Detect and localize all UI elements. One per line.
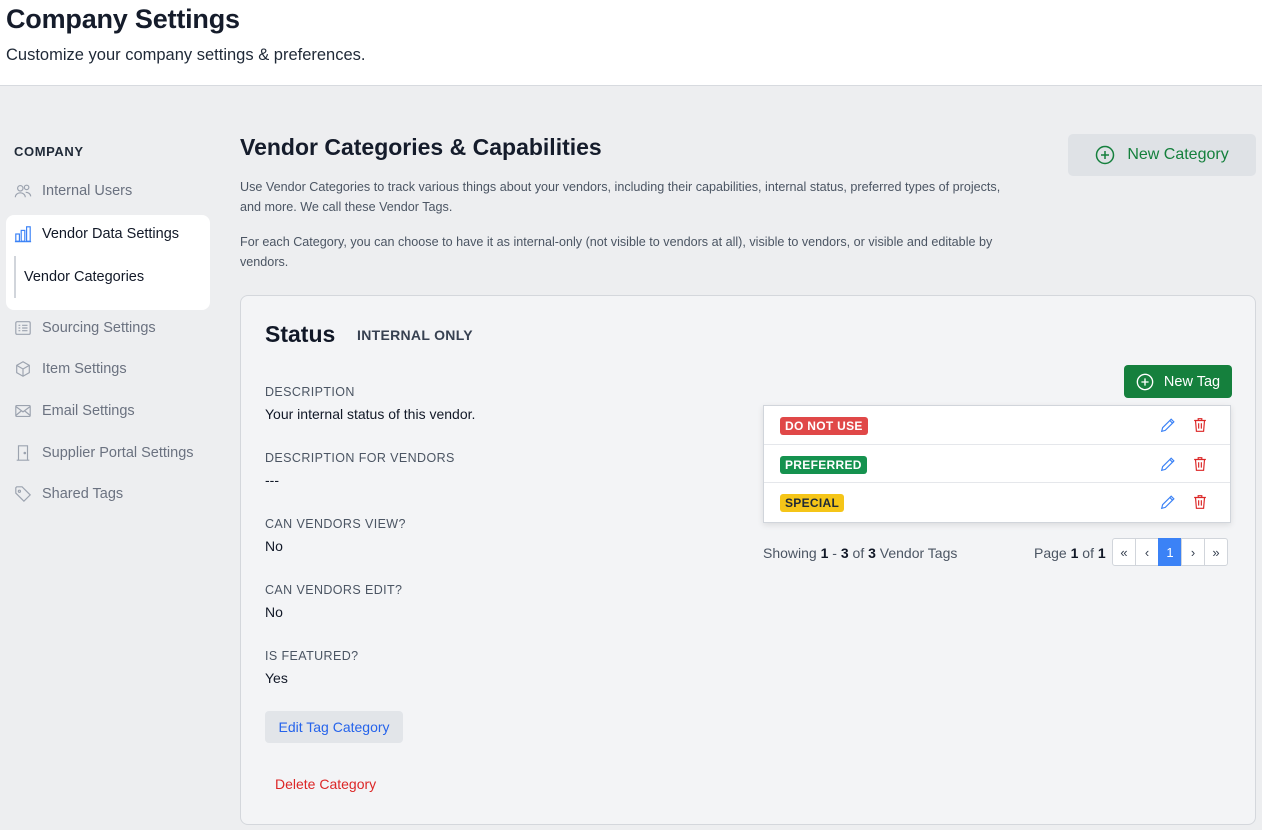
category-card: Status INTERNAL ONLY DESCRIPTION Your in… (240, 295, 1256, 825)
sidebar-item-email-settings[interactable]: Email Settings (14, 398, 135, 424)
visibility-badge: INTERNAL ONLY (357, 327, 473, 343)
showing-prefix: Showing (763, 545, 817, 561)
showing-to: 3 (840, 545, 849, 561)
tag-row: DO NOT USE (764, 406, 1230, 445)
sidebar-item-label: Supplier Portal Settings (42, 445, 194, 461)
building-chart-icon (14, 225, 32, 243)
last-page-button[interactable]: » (1204, 538, 1228, 566)
field-value-can-vendors-view: No (265, 538, 283, 554)
showing-total: 3 (868, 545, 876, 561)
showing-count: Showing 1 - 3 of 3 Vendor Tags (763, 545, 957, 561)
field-value-description: Your internal status of this vendor. (265, 406, 476, 422)
sidebar-item-label: Vendor Data Settings (42, 226, 180, 242)
edit-tag-category-button[interactable]: Edit Tag Category (265, 711, 403, 743)
sidebar-item-internal-users[interactable]: Internal Users (14, 178, 132, 204)
page-title: Company Settings (6, 4, 240, 34)
tag-pill[interactable]: PREFERRED (780, 455, 867, 474)
showing-suffix: Vendor Tags (879, 545, 958, 561)
new-tag-button[interactable]: New Tag (1124, 365, 1232, 398)
envelope-icon (14, 402, 32, 420)
tag-pill[interactable]: DO NOT USE (780, 417, 868, 435)
delete-category-button[interactable]: Delete Category (275, 776, 376, 792)
category-name: Status (265, 321, 336, 347)
pencil-icon[interactable] (1158, 492, 1178, 512)
showing-from: 1 (820, 545, 829, 561)
users-icon (14, 182, 32, 200)
tag-row: PREFERRED (764, 445, 1230, 483)
new-tag-label: New Tag (1163, 373, 1221, 390)
sidebar-subitem-vendor-categories[interactable]: Vendor Categories (14, 256, 202, 298)
settings-sidebar: COMPANY Internal Users Vendor Data Setti… (0, 86, 220, 830)
pencil-icon[interactable] (1158, 415, 1178, 435)
cube-icon (14, 360, 32, 378)
field-label-description: DESCRIPTION (265, 385, 355, 399)
prev-page-button[interactable]: ‹ (1135, 538, 1159, 566)
next-page-button[interactable]: › (1181, 538, 1205, 566)
section-description: Use Vendor Categories to track various t… (240, 180, 1001, 214)
sidebar-item-item-settings[interactable]: Item Settings (14, 356, 127, 382)
plus-circle-icon (1096, 145, 1115, 165)
sidebar-item-label: Internal Users (42, 183, 133, 199)
tag-list: DO NOT USE PREFERRED SPECIAL (763, 405, 1231, 523)
field-value-can-vendors-edit: No (265, 604, 283, 620)
field-label-is-featured: IS FEATURED? (265, 649, 359, 663)
sidebar-item-sourcing-settings[interactable]: Sourcing Settings (14, 315, 156, 341)
pencil-icon[interactable] (1158, 454, 1178, 474)
sidebar-item-vendor-data-settings[interactable]: Vendor Data Settings (14, 221, 179, 247)
sidebar-group-vendor-data: Vendor Data Settings Vendor Categories (6, 215, 210, 310)
section-description-visibility: For each Category, you can choose to hav… (240, 235, 993, 269)
field-label-can-vendors-edit: CAN VENDORS EDIT? (265, 583, 403, 597)
showing-of: of (852, 545, 865, 561)
list-card-icon (14, 319, 32, 337)
tag-icon (14, 485, 32, 503)
sidebar-item-label: Vendor Categories (24, 269, 145, 285)
new-category-label: New Category (1127, 146, 1229, 163)
field-value-description-for-vendors: --- (265, 472, 279, 488)
trash-icon[interactable] (1190, 492, 1210, 512)
page-of: of (1082, 545, 1094, 561)
page-subtitle: Customize your company settings & prefer… (6, 46, 366, 64)
trash-icon[interactable] (1190, 454, 1210, 474)
page-prefix: Page (1034, 545, 1067, 561)
plus-circle-icon (1136, 373, 1154, 390)
section-title: Vendor Categories & Capabilities (240, 134, 602, 160)
field-label-description-for-vendors: DESCRIPTION FOR VENDORS (265, 451, 455, 465)
sidebar-item-supplier-portal-settings[interactable]: Supplier Portal Settings (14, 440, 194, 466)
new-category-button[interactable]: New Category (1068, 134, 1256, 176)
page-total: 1 (1097, 545, 1106, 561)
page-info: Page 1 of 1 (1034, 545, 1106, 561)
sidebar-item-label: Email Settings (42, 403, 135, 419)
sidebar-item-label: Item Settings (42, 361, 127, 377)
sidebar-item-label: Sourcing Settings (42, 320, 156, 336)
tag-pill[interactable]: SPECIAL (780, 494, 845, 512)
page-header: Company Settings Customize your company … (0, 0, 1262, 86)
page-1-button[interactable]: 1 (1158, 538, 1182, 566)
trash-icon[interactable] (1190, 415, 1210, 435)
field-value-is-featured: Yes (265, 670, 288, 686)
tag-row: SPECIAL (764, 483, 1230, 522)
first-page-button[interactable]: « (1112, 538, 1136, 566)
showing-separator: - (832, 545, 837, 561)
sidebar-heading: COMPANY (14, 144, 84, 159)
sidebar-item-shared-tags[interactable]: Shared Tags (14, 481, 123, 507)
page-current: 1 (1070, 545, 1079, 561)
sidebar-item-label: Shared Tags (42, 486, 124, 502)
door-icon (14, 444, 32, 462)
pagination: « ‹ 1 › » (1112, 538, 1228, 566)
field-label-can-vendors-view: CAN VENDORS VIEW? (265, 517, 406, 531)
